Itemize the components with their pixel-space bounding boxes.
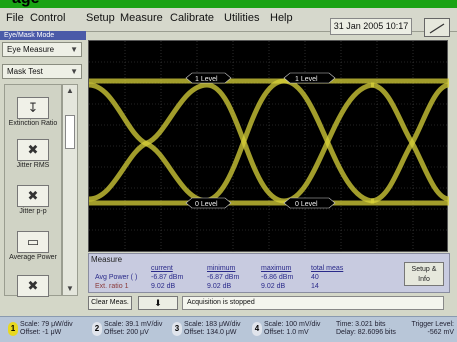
tool-label: Average Power	[9, 254, 57, 261]
setup-info-button[interactable]: Setup & Info	[404, 262, 444, 286]
tool-label: Jitter RMS	[16, 162, 50, 169]
cell-minimum: -6.87 dBm	[207, 274, 240, 281]
channel-1-offset: Offset: -1 μW	[20, 329, 62, 336]
menu-utilities[interactable]: Utilities	[224, 12, 259, 24]
menu-help[interactable]: Help	[270, 12, 293, 24]
channel-3-offset: Offset: 134.0 μW	[184, 329, 237, 336]
menu-measure[interactable]: Measure	[120, 12, 163, 24]
channel-2-scale: Scale: 39.1 mV/div	[104, 321, 163, 328]
extinction-ratio-icon: ↧	[17, 97, 49, 119]
channel-4-settings[interactable]: Scale: 100 mV/div Offset: 1.0 mV	[264, 321, 320, 337]
measurement-toolbar: ↧ Extinction Ratio ✖ Jitter RMS ✖ Jitter…	[4, 84, 62, 297]
channel-4-offset: Offset: 1.0 mV	[264, 329, 309, 336]
jitter-rms-icon: ✖	[17, 139, 49, 161]
cell-maximum: -6.86 dBm	[261, 274, 294, 281]
menu-calibrate[interactable]: Calibrate	[170, 12, 214, 24]
measure-panel: Measure current minimum maximum total me…	[88, 253, 450, 293]
header-maximum: maximum	[261, 265, 292, 272]
dropdown-arrow-icon: ▼	[70, 67, 78, 76]
menu-file[interactable]: File	[6, 12, 24, 24]
channel-4-scale: Scale: 100 mV/div	[264, 321, 321, 328]
tool-jitter-pp[interactable]: ✖ Jitter p-p	[7, 185, 59, 216]
mode-header: Eye/Mask Mode	[0, 31, 86, 40]
scroll-up-icon[interactable]: ▲	[63, 85, 77, 97]
crossing-icon: ✖	[17, 275, 49, 297]
window-title: age	[12, 0, 40, 8]
scroll-thumb[interactable]	[65, 115, 75, 149]
channel-1-scale: Scale: 79 μW/div	[20, 321, 73, 328]
row-name-avg-power: Avg Power ( )	[95, 274, 138, 281]
level1-left-label: 1 Level	[195, 76, 218, 83]
menu-control[interactable]: Control	[30, 12, 65, 24]
tool-label: Jitter p-p	[19, 208, 47, 215]
menu-setup[interactable]: Setup	[86, 12, 115, 24]
menu-bar: File Control Setup Measure Calibrate Uti…	[0, 8, 457, 37]
run-stop-button[interactable]: ⬇	[138, 296, 178, 310]
channel-3-badge[interactable]: 3	[172, 322, 182, 336]
average-power-icon: ▭	[17, 231, 49, 253]
eye-diagram-plot: 1 Level 1 Level 0 Level 0 Level	[89, 41, 449, 253]
eye-diagram-display[interactable]: 1 Level 1 Level 0 Level 0 Level	[88, 40, 449, 253]
scope-window: age File Control Setup Measure Calibrate…	[0, 0, 457, 342]
eye-measure-select[interactable]: Eye Measure ▼	[2, 42, 82, 57]
cell-maximum: 9.02 dB	[261, 283, 286, 290]
channel-3-scale: Scale: 183 μW/div	[184, 321, 241, 328]
tool-jitter-rms[interactable]: ✖ Jitter RMS	[7, 139, 59, 170]
tool-crossing[interactable]: ✖	[7, 275, 59, 297]
level0-right-label: 0 Level	[295, 201, 318, 208]
title-strip: age	[0, 0, 457, 8]
date-time: 31 Jan 2005 10:17	[330, 18, 412, 35]
time-delay: Delay: 82.6096 bits	[336, 329, 396, 336]
scroll-down-icon[interactable]: ▼	[63, 283, 77, 295]
eye-measure-label: Eye Measure	[7, 45, 55, 54]
eye-trace	[89, 78, 449, 206]
acquisition-status: Acquisition is stopped	[182, 296, 444, 310]
toolbar-scrollbar[interactable]: ▲ ▼	[62, 84, 78, 296]
level0-left-label: 0 Level	[195, 201, 218, 208]
channel-2-offset: Offset: 200 μV	[104, 329, 149, 336]
channel-2-settings[interactable]: Scale: 39.1 mV/div Offset: 200 μV	[104, 321, 162, 337]
row-name-ext-ratio: Ext. ratio 1	[95, 283, 129, 290]
tool-average-power[interactable]: ▭ Average Power	[7, 231, 59, 262]
level1-right-label: 1 Level	[295, 76, 318, 83]
cell-minimum: 9.02 dB	[207, 283, 232, 290]
trigger-value: -562 mV	[427, 329, 454, 336]
trigger-label: Trigger Level:	[411, 321, 454, 328]
cell-current: -6.87 dBm	[151, 274, 184, 281]
tool-label: Extinction Ratio	[8, 120, 58, 127]
channel-2-badge[interactable]: 2	[92, 322, 102, 336]
header-total-meas: total meas	[311, 265, 344, 272]
header-minimum: minimum	[207, 265, 236, 272]
channel-4-badge[interactable]: 4	[252, 322, 262, 336]
channel-3-settings[interactable]: Scale: 183 μW/div Offset: 134.0 μW	[184, 321, 241, 337]
clear-meas-button[interactable]: Clear Meas.	[88, 296, 132, 310]
trigger-settings[interactable]: Trigger Level: -562 mV	[404, 321, 454, 337]
header-current: current	[151, 265, 173, 272]
jitter-pp-icon: ✖	[17, 185, 49, 207]
scope-mode-button[interactable]	[424, 18, 450, 37]
channel-1-settings[interactable]: Scale: 79 μW/div Offset: -1 μW	[20, 321, 73, 337]
mask-test-select[interactable]: Mask Test ▼	[2, 64, 82, 79]
channel-status-bar: 1 Scale: 79 μW/div Offset: -1 μW 2 Scale…	[0, 316, 457, 342]
mask-test-label: Mask Test	[7, 67, 43, 76]
tool-extinction-ratio[interactable]: ↧ Extinction Ratio	[7, 97, 59, 128]
timebase-settings[interactable]: Time: 3.021 bits Delay: 82.6096 bits	[336, 321, 396, 337]
measure-tab[interactable]: Measure	[91, 255, 122, 264]
time-scale: Time: 3.021 bits	[336, 321, 386, 328]
waveform-icon	[429, 23, 445, 34]
cell-current: 9.02 dB	[151, 283, 176, 290]
dropdown-arrow-icon: ▼	[70, 45, 78, 54]
cell-total: 40	[311, 274, 319, 281]
cell-total: 14	[311, 283, 319, 290]
channel-1-badge[interactable]: 1	[8, 322, 18, 336]
